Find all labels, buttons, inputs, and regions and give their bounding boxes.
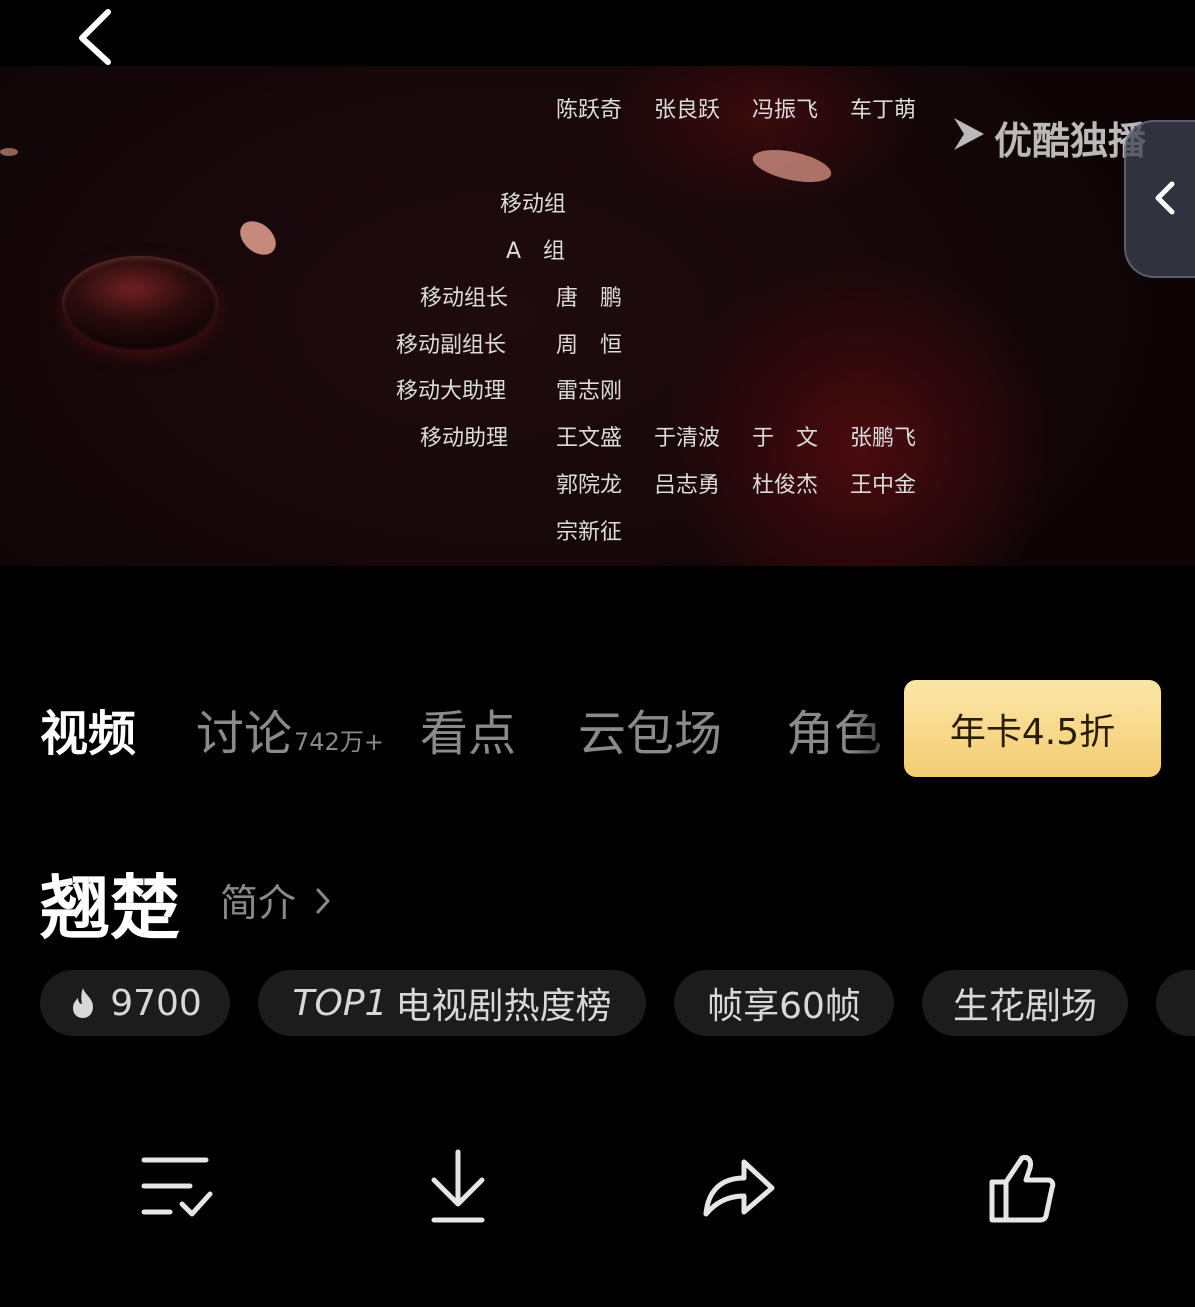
thumbs-up-icon[interactable] [982,1148,1062,1228]
credits-row: 唐 鹏 [556,280,654,312]
credits-row: 郭院龙 吕志勇 杜俊杰 王中金 [556,467,948,499]
credit-name: 杜俊杰 [752,473,819,498]
show-title: 翘楚 [40,867,180,949]
credit-name: 雷志刚 [556,379,623,404]
credit-name: 吕志勇 [654,473,721,498]
tab-cloud-screening[interactable]: 云包场 [578,694,722,764]
credit-name: 车丁萌 [850,98,917,123]
credit-name: 唐 鹏 [556,286,623,311]
annual-card-promo-button[interactable]: 年卡4.5折 [904,680,1161,777]
chevron-right-icon [316,888,330,914]
credit-name: 郭院龙 [556,473,623,498]
tab-highlights[interactable]: 看点 [420,694,516,764]
video-player[interactable]: 陈跃奇 张良跃 冯振飞 车丁萌 移动组 A 组 移动组长 唐 鹏 移动副组长 周 恒 … [0,66,1195,566]
credit-name: 陈跃奇 [556,98,623,123]
heat-value: 9700 [110,982,202,1024]
playlist-check-icon[interactable] [138,1148,218,1228]
theater-chip[interactable]: 生花剧场 [922,970,1128,1036]
credit-role: 移动副组长 [396,333,507,358]
chevron-left-icon [1155,181,1175,215]
intro-label: 简介 [220,881,297,925]
credits-row: 宗新征 [556,514,654,546]
credit-name: 张良跃 [654,98,721,123]
credits-sub-group: A 组 [506,239,566,264]
youku-play-icon [954,118,984,150]
share-icon[interactable] [698,1148,778,1228]
credit-name: 王文盛 [556,426,623,451]
credit-role: 移动组长 [420,286,509,311]
credits-row: 王文盛 于清波 于 文 张鹏飞 [556,420,948,452]
credits-row: 雷志刚 [556,373,654,405]
fps-chip[interactable]: 帧享60帧 [674,970,894,1036]
tab-label: 看点 [420,706,517,762]
rank-prefix: TOP1 [292,982,388,1024]
tab-label: 讨论 [196,706,293,762]
credit-name: 宗新征 [556,520,623,545]
credit-name: 周 恒 [556,333,623,358]
credit-name: 张鹏飞 [850,426,917,451]
credit-name: 于 文 [752,426,819,451]
back-button[interactable] [66,4,128,66]
youku-watermark: 优酷独播 [950,110,1146,165]
tabs-fade [850,690,910,780]
rank-text: 电视剧热度榜 [395,986,612,1027]
tab-label: 视频 [40,706,137,762]
top-bar [0,0,1195,66]
rank-chip[interactable]: TOP1 电视剧热度榜 [258,970,646,1036]
tab-count: 742万+ [294,728,384,756]
tab-label: 云包场 [578,706,723,762]
credit-role: 移动大助理 [396,379,507,404]
more-chip[interactable] [1156,970,1195,1036]
credit-name: 于清波 [654,426,721,451]
tab-discussion[interactable]: 讨论742万+ [196,694,384,764]
flame-icon [73,988,94,1018]
credits-row: 陈跃奇 张良跃 冯振飞 车丁萌 [556,92,948,124]
side-panel-toggle[interactable] [1124,120,1195,278]
credit-name: 冯振飞 [752,98,819,123]
credits-group-title: 移动组 [500,192,567,217]
tab-video[interactable]: 视频 [40,694,136,764]
download-icon[interactable] [418,1148,498,1228]
credits-row: 周 恒 [556,327,654,359]
intro-link[interactable]: 简介 [220,872,334,927]
credit-name: 王中金 [850,473,917,498]
credit-role: 移动助理 [420,426,509,451]
tag-chips: 9700 TOP1 电视剧热度榜 帧享60帧 生花剧场 [40,970,1195,1036]
heat-chip[interactable]: 9700 [40,970,230,1036]
